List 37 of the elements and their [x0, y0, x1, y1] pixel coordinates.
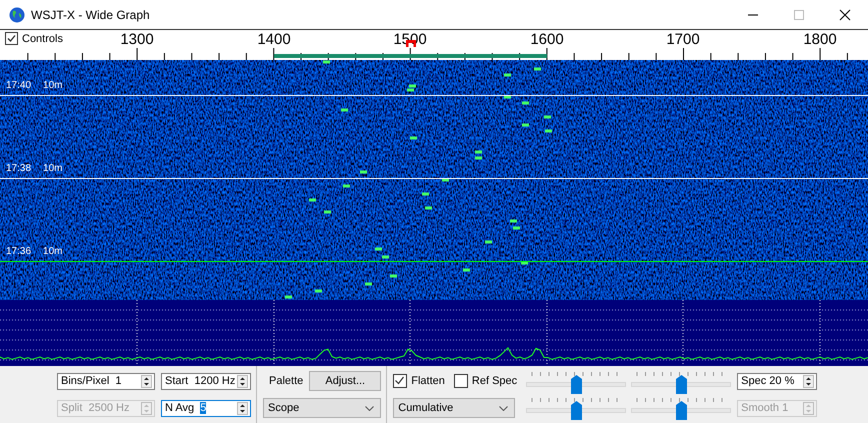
slider-thumb[interactable]: [676, 400, 688, 420]
option-checkbox[interactable]: Flatten: [393, 374, 445, 388]
frequency-label: 1800: [802, 31, 838, 48]
slider[interactable]: [631, 398, 732, 418]
adjust-button[interactable]: Adjust...: [309, 371, 382, 391]
globe-icon: [9, 6, 25, 22]
spin-box[interactable]: N Avg 5: [161, 400, 251, 416]
spin-box[interactable]: Spec 20 %: [737, 372, 818, 390]
slider-thumb[interactable]: [676, 374, 688, 394]
frequency-label: 1400: [256, 31, 292, 48]
palette-label: Palette: [269, 375, 304, 387]
chevron-down-icon: [365, 406, 374, 410]
slider[interactable]: [526, 398, 626, 418]
chevron-down-icon: [499, 406, 508, 410]
slider-thumb[interactable]: [571, 400, 582, 420]
frequency-label: 1600: [529, 31, 565, 48]
option-checkbox[interactable]: Ref Spec: [454, 374, 518, 388]
frequency-label: 1700: [665, 31, 701, 48]
slider[interactable]: [631, 372, 732, 392]
window-title: WSJT-X - Wide Graph: [31, 8, 150, 22]
checkmark-icon: [6, 33, 17, 44]
spin-arrows-icon[interactable]: [141, 374, 152, 388]
spin-box[interactable]: Start 1200 Hz: [161, 372, 251, 390]
close-icon[interactable]: [839, 8, 851, 20]
slider-thumb[interactable]: [571, 374, 582, 394]
spin-arrows-icon[interactable]: [237, 374, 248, 388]
frequency-label: 1300: [119, 31, 155, 48]
checkmark-icon: [394, 375, 406, 386]
band-label: 10m: [43, 80, 62, 92]
band-label: 10m: [43, 246, 62, 258]
controls-checkbox[interactable]: Controls: [5, 32, 63, 45]
palette-dropdown[interactable]: Scope: [263, 398, 381, 418]
spin-arrows-icon[interactable]: [803, 374, 814, 388]
spin-box[interactable]: Bins/Pixel 1: [57, 372, 155, 390]
spectrum-mode-dropdown[interactable]: Cumulative: [393, 398, 516, 418]
slider[interactable]: [526, 372, 626, 392]
spin-arrows-icon[interactable]: [237, 402, 248, 414]
